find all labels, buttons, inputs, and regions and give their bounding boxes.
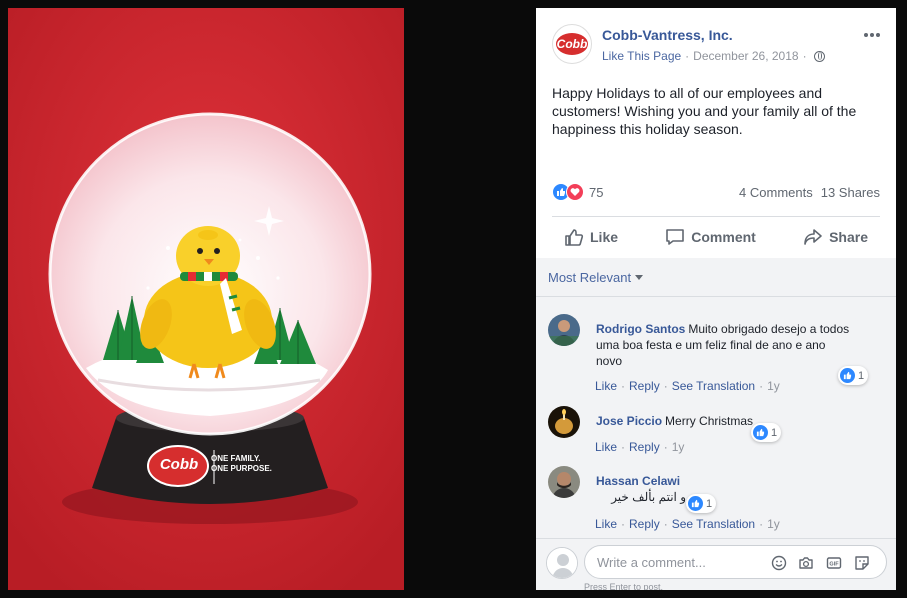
comment-input-box: GIF	[584, 545, 887, 579]
comment-button-label: Comment	[691, 229, 756, 245]
current-user-avatar	[546, 547, 578, 579]
like-reaction-icon	[688, 496, 703, 511]
comment-bubble: Rodrigo Santos Muito obrigado desejo a to…	[586, 314, 862, 376]
comment-composer: GIF Press Enter to post.	[536, 538, 896, 590]
reaction-count: 75	[589, 184, 604, 200]
comment-actions: Like · Reply · See Translation · 1y	[595, 517, 780, 531]
tagline: ONE FAMILY. ONE PURPOSE.	[211, 454, 272, 474]
more-options-button[interactable]	[864, 24, 880, 42]
post-date[interactable]: December 26, 2018	[693, 49, 798, 63]
see-translation-link[interactable]: See Translation	[672, 379, 755, 393]
comment-reactions[interactable]: 1	[686, 494, 717, 513]
comment-like-link[interactable]: Like	[595, 440, 617, 454]
stats-right: 4 Comments 13 Shares	[739, 185, 880, 200]
comment-button[interactable]: Comment	[653, 228, 768, 246]
comment-reactions[interactable]: 1	[838, 366, 869, 385]
like-button[interactable]: Like	[552, 228, 630, 246]
gif-icon[interactable]: GIF	[825, 554, 843, 572]
share-count-link[interactable]: 13 Shares	[821, 185, 880, 200]
comment-input[interactable]	[597, 546, 767, 578]
comment-filter-dropdown[interactable]: Most Relevant	[548, 270, 644, 285]
comment-item: Rodrigo Santos Muito obrigado desejo a to…	[548, 314, 888, 394]
share-button-label: Share	[829, 229, 868, 245]
post-text: Happy Holidays to all of our employees a…	[552, 85, 857, 137]
page-avatar[interactable]: Cobb	[552, 24, 592, 64]
comment-count-link[interactable]: 4 Comments	[739, 185, 813, 200]
like-button-label: Like	[590, 229, 619, 245]
comment-author[interactable]: Jose Piccio	[596, 414, 662, 428]
page-avatar-logo: Cobb	[556, 33, 588, 55]
camera-icon[interactable]	[797, 554, 815, 572]
sticker-icon[interactable]	[853, 554, 871, 572]
share-button[interactable]: Share	[791, 228, 880, 246]
thumbs-up-icon	[565, 229, 584, 246]
comment-author[interactable]: Hassan Celawi	[596, 473, 683, 489]
comment-item: Hassan Celawi و انتم بألف خير 1 Like · Re…	[548, 466, 888, 531]
comment-reactions[interactable]: 1	[751, 423, 782, 442]
tagline-line-1: ONE FAMILY.	[211, 454, 261, 463]
comment-text: Merry Christmas	[665, 414, 754, 428]
comment-like-link[interactable]: Like	[595, 517, 617, 531]
post-actions: Like Comment Share	[552, 220, 880, 254]
share-icon	[804, 229, 822, 245]
filter-label: Most Relevant	[548, 270, 632, 285]
comment-like-link[interactable]: Like	[595, 379, 617, 393]
commenter-avatar[interactable]	[548, 314, 580, 346]
chevron-down-icon	[635, 275, 644, 280]
comment-author[interactable]: Rodrigo Santos	[596, 322, 685, 336]
stats-divider	[552, 216, 880, 217]
reaction-summary[interactable]: 75	[552, 183, 603, 201]
filter-divider	[536, 296, 896, 297]
comment-text: و انتم بألف خير	[611, 490, 686, 504]
comment-bubble: Jose Piccio Merry Christmas	[586, 406, 764, 436]
snow-globe-illustration	[8, 8, 404, 590]
comment-reaction-count: 1	[771, 426, 778, 439]
like-reaction-icon	[753, 425, 768, 440]
comment-time[interactable]: 1y	[672, 440, 685, 454]
more-horizontal-icon	[864, 33, 880, 37]
comment-icon	[666, 229, 685, 245]
comment-reaction-count: 1	[858, 369, 865, 382]
post-header: Cobb Cobb-Vantress, Inc. Like This Page …	[536, 8, 896, 78]
composer-hint: Press Enter to post.	[584, 582, 664, 590]
see-translation-link[interactable]: See Translation	[672, 517, 755, 531]
comment-reaction-count: 1	[706, 497, 713, 510]
post-stats: 75 4 Comments 13 Shares	[552, 183, 880, 205]
commenter-avatar[interactable]	[548, 406, 580, 438]
comment-item: Jose Piccio Merry Christmas 1 Like · Reply…	[548, 406, 888, 458]
post-meta: Like This Page · December 26, 2018 ·	[602, 49, 825, 63]
love-reaction-icon	[566, 183, 584, 201]
comment-reply-link[interactable]: Reply	[629, 517, 660, 531]
page-name-link[interactable]: Cobb-Vantress, Inc.	[602, 27, 733, 43]
post-side-panel: Cobb Cobb-Vantress, Inc. Like This Page …	[536, 8, 896, 590]
like-reaction-icon	[840, 368, 855, 383]
meta-separator-2: ·	[802, 49, 807, 63]
comment-time[interactable]: 1y	[767, 379, 780, 393]
comment-reply-link[interactable]: Reply	[629, 379, 660, 393]
svg-text:GIF: GIF	[829, 562, 839, 568]
comment-actions: Like · Reply · 1y	[595, 440, 685, 454]
post-photo[interactable]: Cobb ONE FAMILY. ONE PURPOSE.	[8, 8, 404, 590]
commenter-avatar[interactable]	[548, 466, 580, 498]
comment-reply-link[interactable]: Reply	[629, 440, 660, 454]
comment-bubble: Hassan Celawi و انتم بألف خير	[586, 466, 696, 512]
comment-actions: Like · Reply · See Translation · 1y	[595, 379, 780, 393]
cobb-logo-text: Cobb	[159, 456, 199, 473]
globe-icon	[813, 50, 825, 62]
tagline-line-2: ONE PURPOSE.	[211, 464, 272, 473]
comment-time[interactable]: 1y	[767, 517, 780, 531]
emoji-icon[interactable]	[770, 554, 788, 572]
meta-separator: ·	[685, 49, 690, 63]
like-page-link[interactable]: Like This Page	[602, 49, 681, 63]
